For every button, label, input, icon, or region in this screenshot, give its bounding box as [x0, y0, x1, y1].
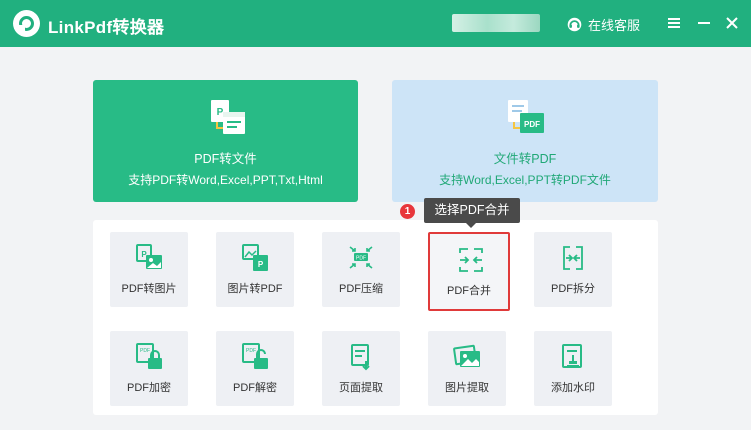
app-title: LinkPdf转换器	[48, 18, 165, 37]
split-icon	[563, 246, 583, 270]
tool-decrypt[interactable]: PDF PDF解密	[216, 331, 294, 406]
tool-label: 图片提取	[445, 382, 489, 394]
watermark-icon	[562, 344, 582, 368]
tool-label: 页面提取	[339, 382, 383, 394]
page-extract-icon	[351, 344, 370, 371]
tool-merge[interactable]: PDF合并	[428, 232, 510, 311]
svg-text:P: P	[258, 260, 264, 269]
merge-tooltip: 选择PDF合并	[424, 198, 520, 228]
tool-watermark[interactable]: 添加水印	[534, 331, 612, 406]
svg-text:PDF: PDF	[140, 348, 150, 354]
title-bar: LinkPdf转换器 在线客服	[0, 0, 751, 47]
tools-panel: P PDF转图片 P 图片转PDF PDF PDF压缩 PDF合并 PDF拆分 …	[93, 220, 658, 415]
tool-image-extract[interactable]: 图片提取	[428, 331, 506, 406]
blurred-account-info	[452, 14, 540, 32]
pdf-to-image-icon: P	[136, 244, 162, 269]
tool-label: PDF拆分	[551, 283, 595, 295]
tool-label: PDF解密	[233, 382, 277, 394]
svg-text:P: P	[216, 107, 223, 118]
minimize-icon	[698, 22, 710, 24]
minimize-button[interactable]	[694, 12, 714, 34]
pdf-to-file-icon: P	[210, 100, 245, 134]
file-to-pdf-subtitle: 支持Word,Excel,PPT转PDF文件	[439, 173, 611, 187]
online-service-label: 在线客服	[588, 18, 641, 33]
tool-encrypt[interactable]: PDF PDF加密	[110, 331, 188, 406]
menu-button[interactable]	[664, 12, 684, 34]
svg-text:PDF: PDF	[246, 348, 256, 354]
close-icon	[726, 17, 738, 29]
pdf-to-file-card[interactable]: P PDF转文件 支持PDF转Word,Excel,PPT,Txt,Html	[93, 80, 358, 202]
tool-split[interactable]: PDF拆分	[534, 232, 612, 307]
lock-icon: PDF	[136, 343, 162, 369]
tool-label: PDF加密	[127, 382, 171, 394]
tool-label: PDF压缩	[339, 283, 383, 295]
close-button[interactable]	[722, 12, 742, 34]
file-to-pdf-card[interactable]: PDF 文件转PDF 支持Word,Excel,PPT转PDF文件	[392, 80, 658, 202]
tool-page-extract[interactable]: 页面提取	[322, 331, 400, 406]
file-to-pdf-title: 文件转PDF	[493, 152, 557, 166]
svg-text:PDF: PDF	[356, 256, 366, 262]
step-badge: 1	[400, 204, 415, 219]
app-logo-icon	[13, 10, 40, 37]
tool-label: 添加水印	[551, 382, 595, 394]
svg-text:PDF: PDF	[524, 120, 540, 129]
file-to-pdf-icon: PDF	[508, 100, 544, 133]
compress-icon: PDF	[349, 246, 373, 269]
tool-compress[interactable]: PDF PDF压缩	[322, 232, 400, 307]
tool-label: PDF转图片	[121, 283, 177, 295]
online-service-button[interactable]: 在线客服	[566, 15, 640, 34]
tool-pdf-to-image[interactable]: P PDF转图片	[110, 232, 188, 307]
hamburger-icon	[668, 18, 680, 28]
headset-icon	[567, 17, 582, 32]
tool-label: PDF合并	[447, 285, 491, 297]
pdf-to-file-subtitle: 支持PDF转Word,Excel,PPT,Txt,Html	[128, 173, 323, 187]
unlock-icon: PDF	[242, 343, 268, 369]
image-to-pdf-icon: P	[242, 244, 268, 271]
image-extract-icon	[453, 344, 480, 367]
merge-icon	[459, 248, 483, 272]
pdf-to-file-title: PDF转文件	[194, 152, 257, 166]
tool-label: 图片转PDF	[227, 283, 283, 295]
tool-image-to-pdf[interactable]: P 图片转PDF	[216, 232, 294, 307]
